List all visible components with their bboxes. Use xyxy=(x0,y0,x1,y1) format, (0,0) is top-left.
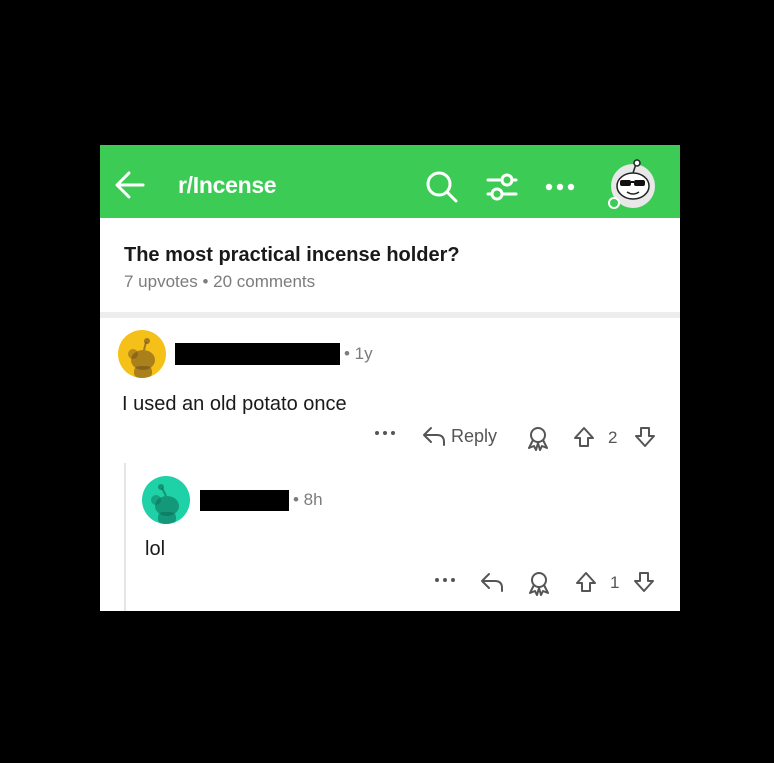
redacted-username xyxy=(175,343,340,365)
back-button[interactable] xyxy=(110,165,150,205)
downvote-button[interactable] xyxy=(633,571,655,593)
reply-arrow-icon xyxy=(481,573,503,592)
vote-count: 1 xyxy=(610,573,620,592)
subreddit-name[interactable]: r/Incense xyxy=(178,172,277,199)
sort-filter-button[interactable] xyxy=(482,167,522,207)
upvote-button[interactable] xyxy=(573,426,595,448)
award-icon xyxy=(529,572,549,596)
comment-more-button[interactable] xyxy=(434,576,456,584)
snoo-avatar-icon xyxy=(128,338,155,378)
vote-count: 2 xyxy=(608,428,618,447)
search-button[interactable] xyxy=(422,167,462,207)
comment-body: I used an old potato once xyxy=(122,393,347,415)
reddit-thread-card: r/Incense The most practical incense hol… xyxy=(100,145,680,611)
upvote-icon xyxy=(574,427,594,447)
downvote-icon xyxy=(634,572,654,592)
more-dots-icon xyxy=(545,183,575,191)
arrow-left-icon xyxy=(115,171,145,199)
downvote-button[interactable] xyxy=(634,426,656,448)
reply-button[interactable]: Reply xyxy=(422,425,497,447)
comment-more-button[interactable] xyxy=(374,429,396,437)
thread-line[interactable] xyxy=(124,463,126,611)
upvote-icon xyxy=(576,572,596,592)
award-button[interactable] xyxy=(526,425,550,451)
avatar[interactable] xyxy=(142,476,190,524)
post-title[interactable]: The most practical incense holder? xyxy=(124,244,460,267)
downvote-icon xyxy=(635,427,655,447)
comment-timestamp: • 1y xyxy=(344,344,373,363)
more-dots-icon xyxy=(435,578,455,582)
more-options-button[interactable] xyxy=(540,167,580,207)
upvote-button[interactable] xyxy=(575,571,597,593)
more-dots-icon xyxy=(375,431,395,435)
sort-filter-icon xyxy=(486,173,518,201)
top-bar: r/Incense xyxy=(100,145,680,218)
snoo-sunglasses-icon xyxy=(608,159,655,209)
section-divider xyxy=(100,312,680,318)
comment-timestamp: • 8h xyxy=(293,490,323,509)
comment-body: lol xyxy=(145,538,166,560)
award-icon xyxy=(528,427,548,451)
award-button[interactable] xyxy=(527,570,551,596)
redacted-username xyxy=(200,490,289,511)
reply-button[interactable] xyxy=(480,571,504,593)
reply-arrow-icon xyxy=(423,427,445,446)
post-meta: 7 upvotes • 20 comments xyxy=(124,272,316,291)
snoo-avatar-icon xyxy=(151,484,179,524)
search-icon xyxy=(426,171,458,203)
reply-label: Reply xyxy=(451,425,498,446)
avatar[interactable] xyxy=(118,330,166,378)
post-header: The most practical incense holder? 7 upv… xyxy=(100,218,680,318)
user-avatar[interactable] xyxy=(606,156,660,210)
